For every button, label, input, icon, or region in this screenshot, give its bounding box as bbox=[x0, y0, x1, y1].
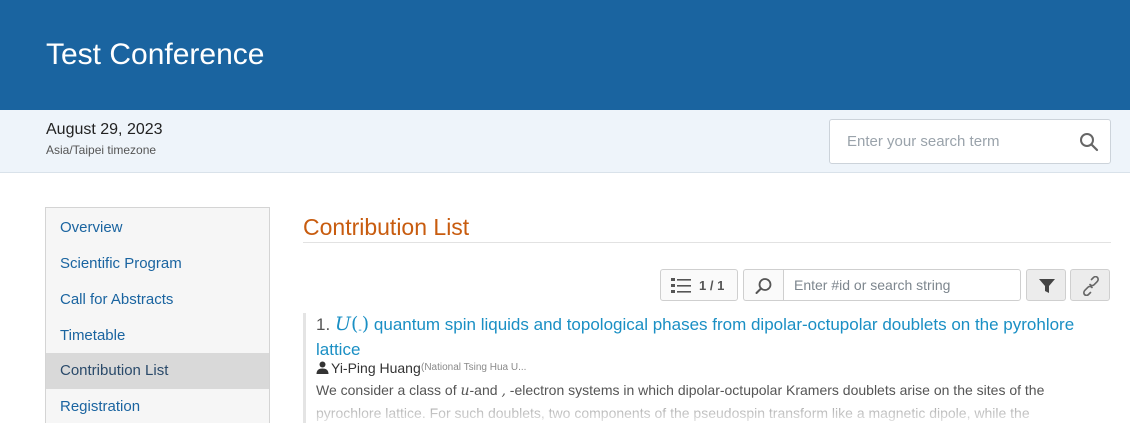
author-affiliation: (National Tsing Hua U... bbox=[421, 362, 527, 373]
search-box bbox=[829, 119, 1111, 164]
menu-item-contribution-list[interactable]: Contribution List bbox=[46, 353, 269, 389]
author-name: Yi-Ping Huang bbox=[331, 360, 421, 376]
conference-header: Test Conference bbox=[0, 0, 1130, 110]
menu-item-scientific-program[interactable]: Scientific Program bbox=[46, 246, 269, 282]
contribution-number: 1. bbox=[316, 315, 331, 334]
contribution-filter-input[interactable] bbox=[783, 269, 1021, 301]
search-icon bbox=[755, 278, 772, 294]
menu-item-registration[interactable]: Registration bbox=[46, 389, 269, 423]
pager-count: 1 / 1 bbox=[699, 278, 725, 293]
abstract-part-a: We consider a class of bbox=[316, 382, 461, 398]
search-input[interactable] bbox=[830, 120, 1070, 163]
link-icon bbox=[1083, 276, 1099, 296]
menu-item-overview[interactable]: Overview bbox=[46, 210, 269, 246]
find-button[interactable] bbox=[743, 269, 783, 301]
event-timezone: Asia/Taipei timezone bbox=[46, 143, 157, 157]
menu-item-call-for-abstracts[interactable]: Call for Abstracts bbox=[46, 282, 269, 318]
filter-icon bbox=[1039, 279, 1055, 293]
event-date: August 29, 2023 bbox=[46, 121, 163, 138]
contribution-item: 1. U(‐) quantum spin liquids and topolog… bbox=[303, 313, 1114, 423]
event-info-bar: August 29, 2023 Asia/Taipei timezone bbox=[0, 110, 1130, 173]
menu-item-timetable[interactable]: Timetable bbox=[46, 318, 269, 354]
title-divider bbox=[303, 242, 1111, 243]
contribution-title-text: quantum spin liquids and topological pha… bbox=[316, 315, 1075, 359]
search-icon[interactable] bbox=[1078, 131, 1100, 153]
page-title: Contribution List bbox=[303, 214, 470, 240]
math-subscript: ‐ bbox=[358, 325, 362, 336]
abstract-part-b: -and bbox=[469, 382, 502, 398]
filter-button[interactable] bbox=[1026, 269, 1066, 301]
abstract-math-u: u bbox=[460, 383, 470, 399]
math-close-paren: ) bbox=[361, 313, 370, 335]
permalink-button[interactable] bbox=[1070, 269, 1110, 301]
math-symbol: U bbox=[334, 313, 351, 335]
contribution-title[interactable]: 1. U(‐) quantum spin liquids and topolog… bbox=[306, 313, 1096, 361]
person-icon bbox=[316, 361, 329, 374]
list-icon bbox=[671, 278, 691, 293]
conference-title[interactable]: Test Conference bbox=[46, 38, 264, 72]
event-menu: Overview Scientific Program Call for Abs… bbox=[45, 207, 270, 423]
pager-button[interactable]: 1 / 1 bbox=[660, 269, 738, 301]
contribution-abstract: We consider a class of u-and , -electron… bbox=[306, 379, 1096, 423]
